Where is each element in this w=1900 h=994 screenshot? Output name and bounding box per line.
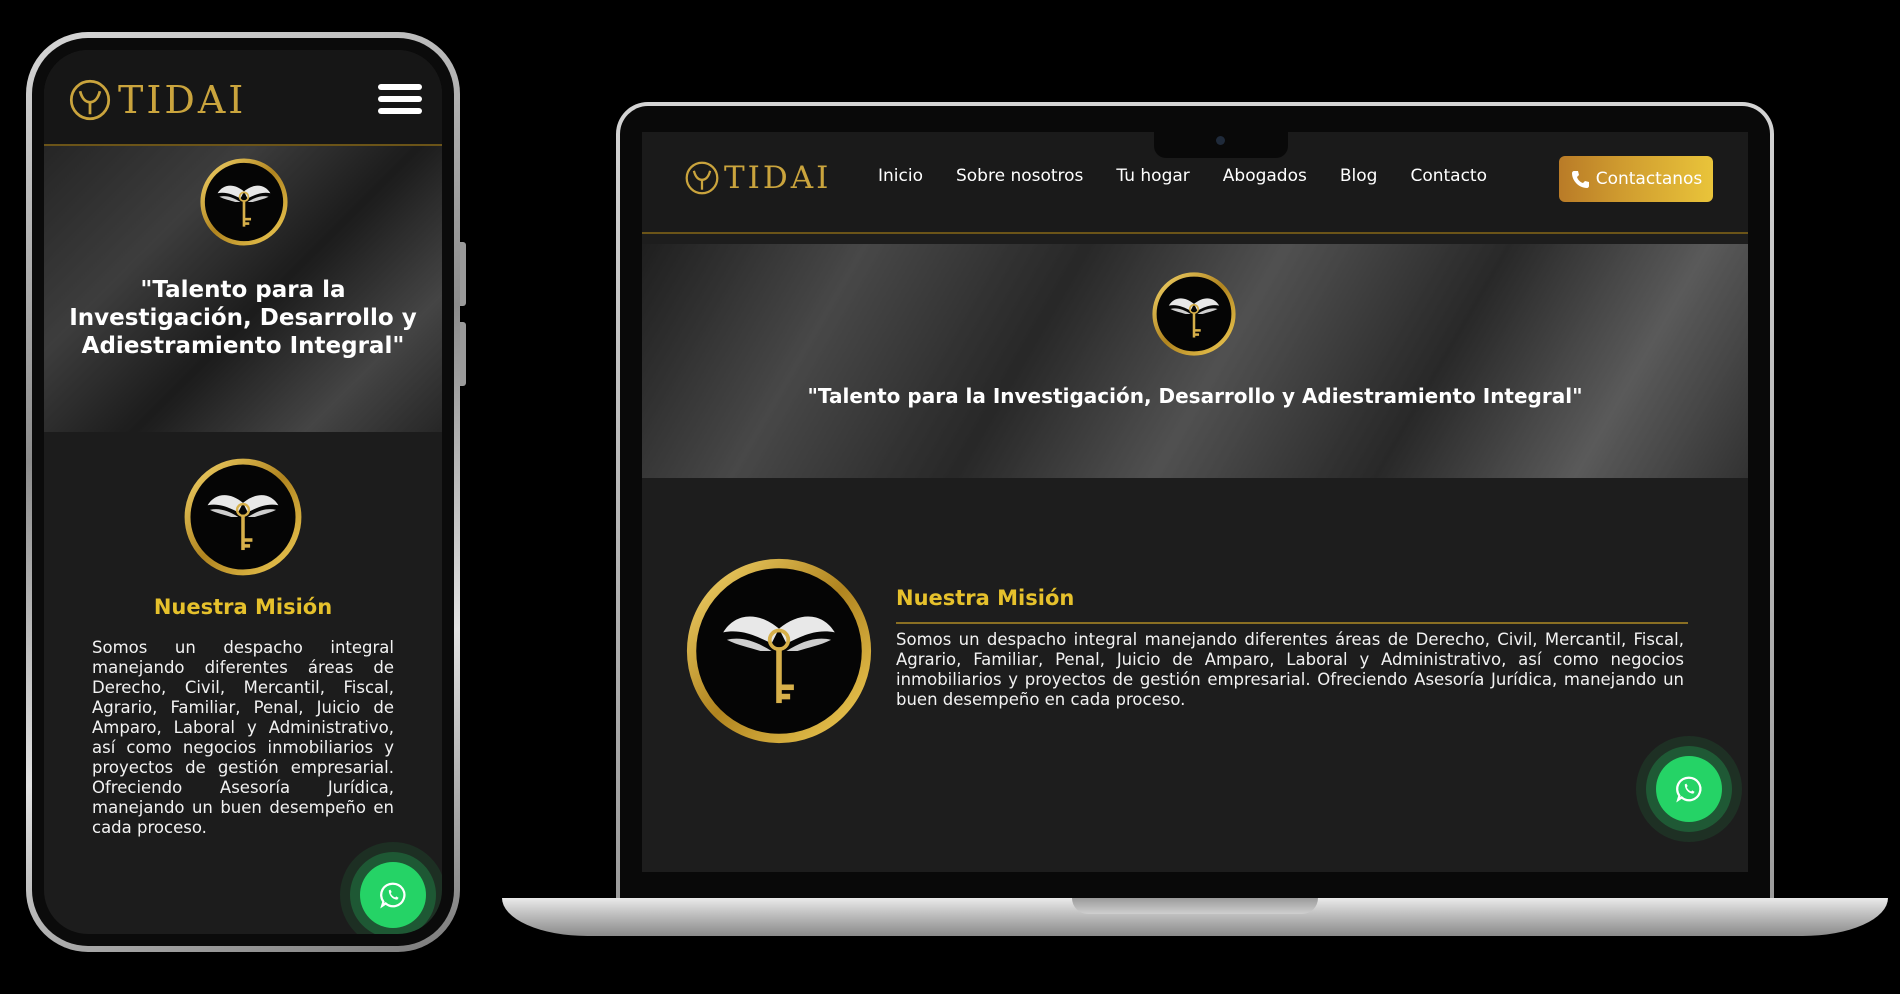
whatsapp-button[interactable]	[1656, 756, 1722, 822]
phone-mockup: TIDAI "Talento para la Investigación, De…	[26, 32, 466, 952]
laptop-mockup: TIDAI Inicio Sobre nosotros Tu hogar Abo…	[616, 102, 1774, 910]
desktop-mission-title: Nuestra Misión	[896, 586, 1075, 610]
mobile-logo-text: TIDAI	[118, 78, 247, 122]
nav-inicio[interactable]: Inicio	[878, 166, 923, 186]
whatsapp-icon	[378, 880, 408, 910]
laptop-opening-notch	[1072, 898, 1318, 914]
nav-sobre-nosotros[interactable]: Sobre nosotros	[956, 166, 1083, 186]
mobile-logo[interactable]: TIDAI	[68, 78, 246, 122]
nav-contacto[interactable]: Contacto	[1410, 166, 1487, 186]
laptop-base	[502, 898, 1888, 936]
phone-volume-down	[460, 322, 466, 386]
phone-volume-up	[460, 242, 466, 306]
key-wings-emblem-icon	[1152, 272, 1236, 356]
desktop-hero-tagline: "Talento para la Investigación, Desarrol…	[807, 384, 1583, 408]
camera-icon	[1216, 136, 1225, 145]
desktop-mission-text: Somos un despacho integral manejando dif…	[896, 630, 1684, 709]
nav-tu-hogar[interactable]: Tu hogar	[1116, 166, 1189, 186]
tidai-mark-icon	[684, 160, 720, 196]
desktop-hero: "Talento para la Investigación, Desarrol…	[642, 244, 1748, 478]
whatsapp-icon	[1674, 774, 1704, 804]
hamburger-menu-icon[interactable]	[378, 84, 422, 118]
key-wings-emblem-icon	[200, 158, 288, 246]
mobile-mission-title: Nuestra Misión	[153, 595, 333, 619]
desktop-logo[interactable]: TIDAI	[684, 160, 831, 196]
phone-bezel: TIDAI "Talento para la Investigación, De…	[32, 38, 454, 946]
contactanos-button[interactable]: Contactanos	[1559, 156, 1713, 202]
phone-icon	[1571, 171, 1589, 188]
laptop-notch	[1154, 132, 1288, 158]
laptop-bezel: TIDAI Inicio Sobre nosotros Tu hogar Abo…	[620, 106, 1770, 906]
laptop-screen: TIDAI Inicio Sobre nosotros Tu hogar Abo…	[642, 132, 1748, 872]
nav-blog[interactable]: Blog	[1340, 166, 1378, 186]
mission-divider	[896, 622, 1688, 624]
contactanos-label: Contactanos	[1595, 169, 1703, 189]
nav-abogados[interactable]: Abogados	[1223, 166, 1307, 186]
whatsapp-button[interactable]	[360, 862, 426, 928]
mission-emblem-icon	[686, 558, 872, 744]
desktop-logo-text: TIDAI	[724, 160, 832, 196]
phone-screen: TIDAI "Talento para la Investigación, De…	[44, 50, 442, 934]
desktop-nav: Inicio Sobre nosotros Tu hogar Abogados …	[878, 166, 1520, 186]
mobile-header: TIDAI	[44, 50, 442, 146]
mobile-hero-tagline: "Talento para la Investigación, Desarrol…	[69, 277, 417, 359]
mobile-mission-text: Somos un despacho integral manejando dif…	[92, 638, 394, 837]
tidai-mark-icon	[68, 78, 112, 122]
mobile-hero: "Talento para la Investigación, Desarrol…	[44, 146, 442, 432]
mission-emblem-icon	[184, 458, 302, 576]
